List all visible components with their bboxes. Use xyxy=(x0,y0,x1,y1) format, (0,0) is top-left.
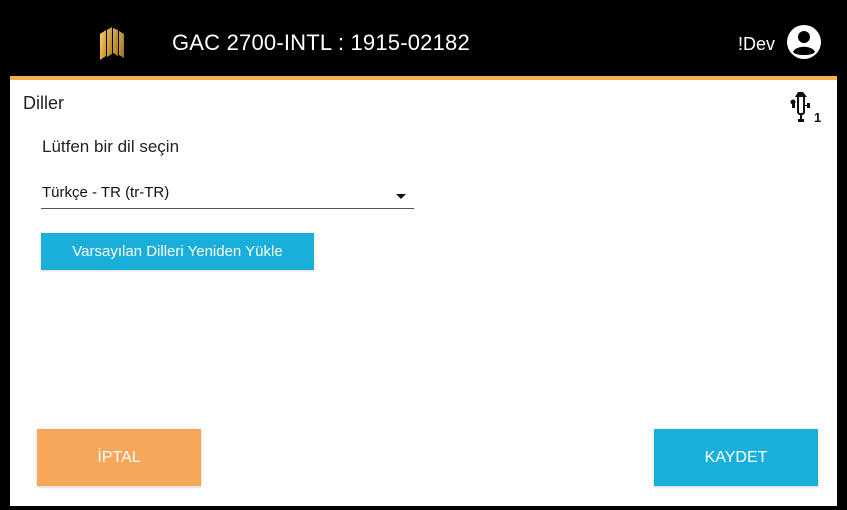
chevron-down-icon xyxy=(396,194,406,199)
page-title: Diller xyxy=(23,93,65,113)
account-circle-icon[interactable] xyxy=(786,24,822,60)
usb-count: 1 xyxy=(814,110,821,124)
language-select[interactable]: Türkçe - TR (tr-TR) xyxy=(41,180,414,209)
usb-icon: 1 xyxy=(790,92,821,124)
cancel-button[interactable]: İPTAL xyxy=(37,429,201,486)
save-button[interactable]: KAYDET xyxy=(654,429,818,486)
app-window: GAC 2700-INTL : 1915-02182 !Dev Diller 1… xyxy=(10,10,837,506)
user-name: !Dev xyxy=(738,34,776,54)
reload-default-languages-button[interactable]: Varsayılan Dilleri Yeniden Yükle xyxy=(41,233,314,270)
device-title: GAC 2700-INTL : 1915-02182 xyxy=(172,30,470,55)
language-select-value: Türkçe - TR (tr-TR) xyxy=(42,184,170,201)
header-bar: GAC 2700-INTL : 1915-02182 !Dev xyxy=(10,10,837,80)
gac-logo-icon xyxy=(100,27,124,60)
language-prompt: Lütfen bir dil seçin xyxy=(42,137,180,156)
